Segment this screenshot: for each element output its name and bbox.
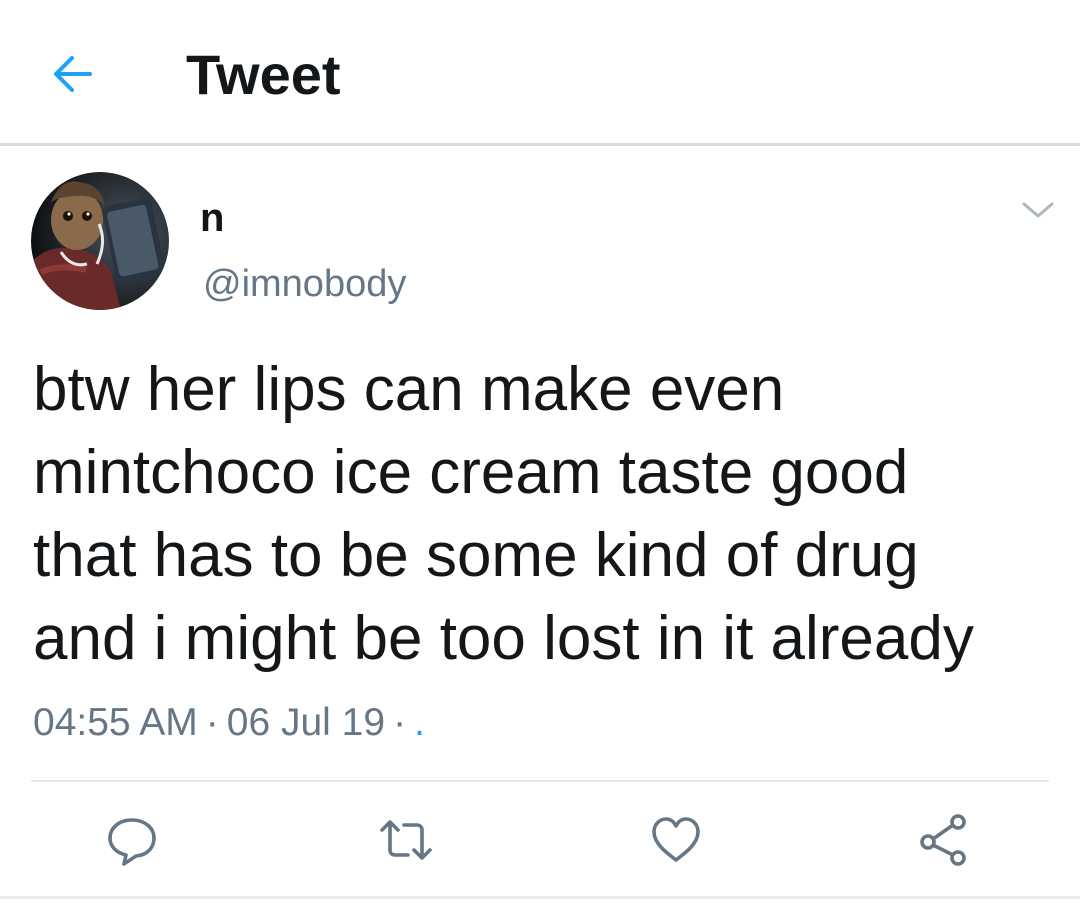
avatar-image	[31, 172, 169, 310]
avatar[interactable]	[31, 172, 169, 310]
display-name[interactable]: n	[200, 196, 224, 240]
tweet-text-line: that has to be some kind of drug	[33, 521, 919, 590]
retweet-icon[interactable]	[378, 812, 434, 868]
divider	[31, 780, 1049, 782]
separator: ·	[393, 701, 407, 744]
heart-icon[interactable]	[648, 812, 704, 868]
tweet-text-line: and i might be too lost in it already	[33, 604, 974, 673]
user-handle[interactable]: @imnobody	[203, 262, 406, 306]
divider	[0, 896, 1080, 899]
tweet-metadata: 04:55 AM · 06 Jul 19 ·.	[33, 700, 425, 746]
page-title: Tweet	[186, 43, 341, 106]
tweet-text: btw her lips can make even mintchoco ice…	[33, 348, 1053, 680]
tweet-date: 06 Jul 19	[226, 701, 386, 744]
reply-icon[interactable]	[104, 812, 160, 868]
arrow-left-icon[interactable]	[48, 50, 96, 98]
tweet-text-line: mintchoco ice cream taste good	[33, 438, 909, 507]
tweet-time: 04:55 AM	[33, 701, 198, 744]
tweet-source-link[interactable]: .	[414, 701, 425, 744]
tweet-text-line: btw her lips can make even	[33, 355, 785, 424]
chevron-down-icon[interactable]	[1020, 196, 1056, 224]
share-icon[interactable]	[916, 812, 972, 868]
separator: ·	[205, 701, 219, 744]
app-header: Tweet	[0, 0, 1080, 146]
